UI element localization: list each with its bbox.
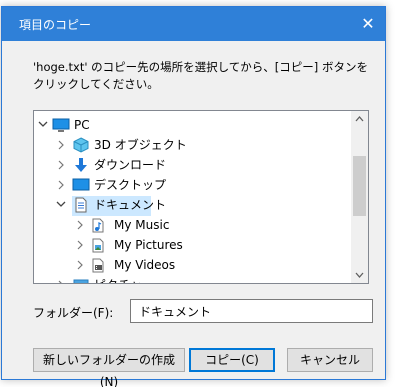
scroll-down-button[interactable] [351,266,368,283]
copy-items-dialog: 項目のコピー ✕ 'hoge.txt' のコピー先の場所を選択してから、[コピー… [1,6,386,387]
tree-item-my-videos[interactable]: My Videos [34,255,334,275]
tree-item-label: 3D オブジェクト [94,138,187,152]
desktop-icon [72,177,90,193]
close-button[interactable]: ✕ [351,7,385,40]
tree-item-3d-objects[interactable]: 3D オブジェクト [34,135,334,155]
tree-item-label: デスクトップ [94,178,167,192]
tree-item-desktop[interactable]: デスクトップ [34,175,334,195]
folder-label: フォルダー(F): [33,306,114,320]
3d-objects-icon [72,137,90,153]
vertical-scrollbar[interactable] [351,111,368,283]
cancel-button[interactable]: キャンセル [287,348,373,372]
pictures-icon [72,277,90,283]
pictures-folder-icon [90,237,108,253]
copy-button[interactable]: コピー(C) [189,348,275,372]
new-folder-button[interactable]: 新しいフォルダーの作成(N) [33,348,185,387]
tree-item-pc[interactable]: PC [34,115,334,135]
tree-item-documents[interactable]: ドキュメント [34,195,334,215]
tree-item-label: My Pictures [114,238,183,252]
tree-item-label: ドキュメント [94,198,167,212]
videos-folder-icon [90,257,108,273]
scroll-up-button[interactable] [351,111,368,128]
tree-item-my-pictures[interactable]: My Pictures [34,235,334,255]
instruction-text: 'hoge.txt' のコピー先の場所を選択してから、[コピー] ボタンをクリッ… [33,60,368,91]
tree-item-downloads[interactable]: ダウンロード [34,155,334,175]
chevron-right-icon[interactable] [55,275,67,283]
scrollbar-thumb[interactable] [353,156,366,216]
tree-item-label: ダウンロード [94,158,167,172]
tree-item-my-music[interactable]: My Music [34,215,334,235]
tree-item-label: ピクチャ [94,275,142,283]
tree-item-pictures[interactable]: ピクチャ [34,275,334,283]
computer-icon [52,117,70,133]
tree-item-label: My Music [114,218,170,232]
downloads-icon [72,157,90,173]
tree-item-label: My Videos [114,258,176,272]
folder-input[interactable] [130,299,373,323]
folder-tree[interactable]: PC 3D オブジェクト ダウンロード デスクトップ ドキュメント My Mus… [33,110,369,284]
tree-item-label: PC [74,118,90,132]
dialog-title: 項目のコピー [19,18,92,32]
close-icon: ✕ [361,14,375,33]
music-folder-icon [90,217,108,233]
title-bar[interactable]: 項目のコピー ✕ [2,7,385,41]
documents-icon [72,197,90,213]
